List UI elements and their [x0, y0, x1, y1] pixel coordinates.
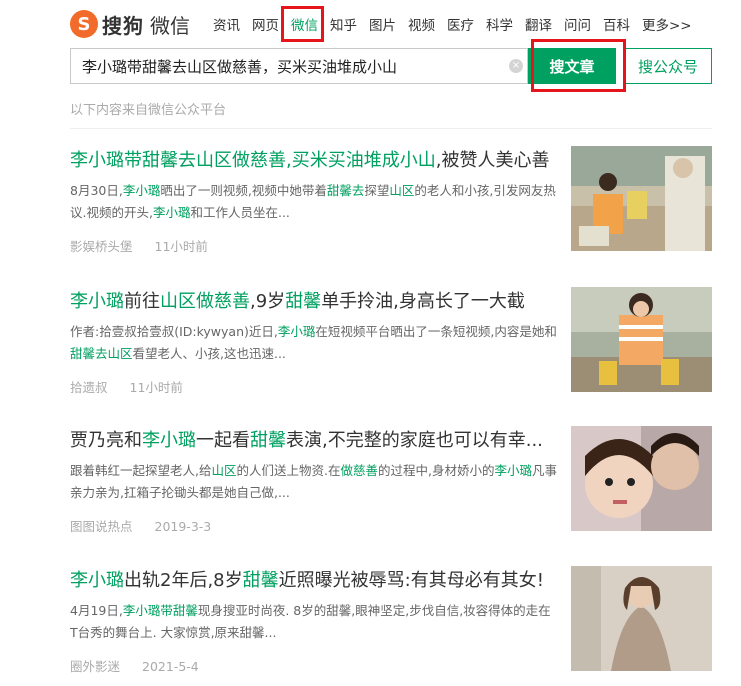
text-segment: 和工作人员坐在... — [190, 205, 290, 220]
keyword-highlight: 李小璐带甜馨去山区做慈善,买米买油堆成小山 — [70, 150, 436, 171]
result-thumbnail[interactable] — [571, 287, 712, 392]
text-segment: 的过程中,身材娇小的 — [378, 463, 495, 478]
result-title[interactable]: 李小璐带甜馨去山区做慈善,买米买油堆成小山,被赞人美心善 — [70, 146, 550, 172]
keyword-highlight: 山区 — [211, 463, 237, 478]
nav-item[interactable]: 问问 — [564, 14, 591, 34]
divider — [70, 128, 712, 129]
text-segment: 单手拎油,身高长了一大截 — [321, 291, 525, 312]
keyword-highlight: 李小璐 — [152, 205, 191, 220]
nav-item[interactable]: 网页 — [252, 14, 279, 34]
highlight-box-article-button — [531, 39, 626, 92]
sogou-logo-icon: S — [70, 10, 98, 38]
result-snippet: 4月19日,李小璐带甜馨现身搜亚时尚夜. 8岁的甜馨,眼神坚定,步伐自信,妆容得… — [70, 600, 558, 644]
text-segment: 出轨2年后,8岁 — [124, 570, 243, 591]
result-meta: 拾遗叔 11小时前 — [70, 377, 201, 396]
keyword-highlight: 李小璐 — [494, 463, 532, 478]
keyword-highlight: 李小璐 — [122, 183, 161, 198]
keyword-highlight: 李小璐 — [70, 291, 124, 312]
keyword-highlight: 甜馨 — [242, 570, 279, 591]
result-source[interactable]: 影娱桥头堡 — [70, 239, 133, 254]
nav-item[interactable]: 视频 — [408, 14, 435, 34]
result-time: 11小时前 — [154, 239, 208, 254]
text-segment: ,9岁 — [250, 291, 286, 312]
clear-icon[interactable]: × — [509, 59, 523, 73]
text-segment: 看望老人、小孩,这也迅速... — [132, 346, 286, 361]
highlight-box-weixin-tab — [281, 6, 324, 42]
result-thumbnail[interactable] — [571, 426, 712, 531]
result-meta: 图图说热点 2019-3-3 — [70, 516, 229, 535]
result-item-1: 李小璐带甜馨去山区做慈善,买米买油堆成小山,被赞人美心善 8月30日,李小璐晒出… — [70, 146, 712, 266]
result-snippet: 跟着韩红一起探望老人,给山区的人们送上物资.在做慈善的过程中,身材娇小的李小璐凡… — [70, 460, 558, 504]
text-segment: 4月19日, — [70, 603, 123, 618]
logo-name: 搜狗 — [102, 13, 144, 38]
text-segment: ,被赞人美心善 — [435, 150, 550, 171]
result-source[interactable]: 图图说热点 — [70, 519, 133, 534]
result-meta: 圈外影迷 2021-5-4 — [70, 656, 217, 675]
nav-item[interactable]: 科学 — [486, 14, 513, 34]
result-title[interactable]: 贾乃亮和李小璐一起看甜馨表演,不完整的家庭也可以有幸... — [70, 426, 550, 452]
text-segment: 一起看 — [196, 430, 250, 451]
text-segment: 前往 — [124, 291, 160, 312]
result-source[interactable]: 拾遗叔 — [70, 380, 108, 395]
text-segment: 近照曝光被辱骂:有其母必有其女! — [278, 570, 544, 591]
result-item-2: 李小璐前往山区做慈善,9岁甜馨单手拎油,身高长了一大截 作者:拾壹叔拾壹叔(ID… — [70, 287, 712, 407]
nav-item[interactable]: 百科 — [603, 14, 630, 34]
text-segment: 跟着韩红一起探望老人,给 — [70, 463, 212, 478]
result-source[interactable]: 圈外影迷 — [70, 659, 120, 674]
keyword-highlight: 甜馨去 — [326, 183, 365, 198]
text-segment: 的人们送上物资.在 — [236, 463, 341, 478]
keyword-highlight: 甜馨 — [250, 430, 286, 451]
logo-product: 微信 — [150, 13, 190, 38]
keyword-highlight: 李小璐 — [70, 570, 124, 591]
keyword-highlight: 山区做慈善 — [160, 291, 250, 312]
result-item-3: 贾乃亮和李小璐一起看甜馨表演,不完整的家庭也可以有幸... 跟着韩红一起探望老人… — [70, 426, 712, 546]
sogou-logo[interactable]: S 搜狗 微信 — [70, 7, 190, 41]
nav-item[interactable]: 翻译 — [525, 14, 552, 34]
nav-item[interactable]: 更多>> — [642, 14, 692, 34]
search-account-button[interactable]: 搜公众号 — [624, 48, 712, 84]
result-time: 2019-3-3 — [154, 519, 212, 534]
text-segment: 晒出了一则视频,视频中她带着 — [160, 183, 327, 198]
result-thumbnail[interactable] — [571, 146, 712, 251]
search-input[interactable] — [80, 56, 504, 76]
text-segment: 表演,不完整的家庭也可以有幸... — [286, 430, 543, 451]
result-item-4: 李小璐出轨2年后,8岁甜馨近照曝光被辱骂:有其母必有其女! 4月19日,李小璐带… — [70, 566, 712, 686]
text-segment: 探望 — [364, 183, 390, 198]
nav-item[interactable]: 图片 — [369, 14, 396, 34]
keyword-highlight: 李小璐带甜馨 — [122, 603, 198, 618]
text-segment: 贾乃亮和 — [70, 430, 142, 451]
text-segment: 在短视频平台晒出了一条短视频,内容是她和 — [315, 324, 557, 339]
result-meta: 影娱桥头堡 11小时前 — [70, 236, 226, 255]
keyword-highlight: 甜馨去山区 — [70, 346, 133, 361]
result-snippet: 8月30日,李小璐晒出了一则视频,视频中她带着甜馨去探望山区的老人和小孩,引发网… — [70, 180, 558, 224]
search-box: × — [70, 48, 528, 84]
text-segment: 作者:拾壹叔拾壹叔(ID:kywyan)近日, — [70, 324, 278, 339]
result-title[interactable]: 李小璐出轨2年后,8岁甜馨近照曝光被辱骂:有其母必有其女! — [70, 566, 550, 592]
keyword-highlight: 做慈善 — [340, 463, 378, 478]
source-note: 以下内容来自微信公众平台 — [70, 103, 227, 118]
result-snippet: 作者:拾壹叔拾壹叔(ID:kywyan)近日,李小璐在短视频平台晒出了一条短视频… — [70, 321, 558, 365]
nav-item[interactable]: 知乎 — [330, 14, 357, 34]
result-time: 11小时前 — [129, 380, 183, 395]
result-time: 2021-5-4 — [142, 659, 199, 674]
keyword-highlight: 山区 — [389, 183, 415, 198]
keyword-highlight: 李小璐 — [277, 324, 316, 339]
keyword-highlight: 李小璐 — [142, 430, 196, 451]
result-thumbnail[interactable] — [571, 566, 712, 671]
nav-item[interactable]: 资讯 — [213, 14, 240, 34]
nav-item[interactable]: 医疗 — [447, 14, 474, 34]
result-title[interactable]: 李小璐前往山区做慈善,9岁甜馨单手拎油,身高长了一大截 — [70, 287, 550, 313]
keyword-highlight: 甜馨 — [285, 291, 322, 312]
text-segment: 8月30日, — [70, 183, 123, 198]
